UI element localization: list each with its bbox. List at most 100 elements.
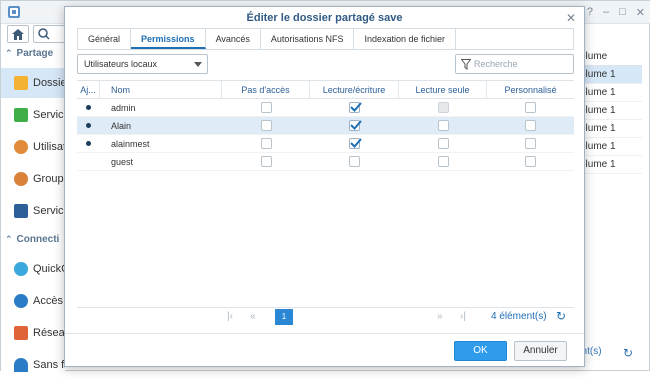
column-header-read-only[interactable]: Lecture seule xyxy=(399,81,487,98)
chevron-up-icon: ⌃ xyxy=(5,48,13,58)
background-table-row[interactable]: olume 1 xyxy=(576,138,642,156)
previous-page-icon[interactable]: « xyxy=(250,311,256,322)
sidebar-item-quickconnect[interactable]: QuickC xyxy=(1,254,65,284)
sidebar-item-domain-service[interactable]: Service xyxy=(1,196,65,226)
dialog-tabs: Général Permissions Avancés Autorisation… xyxy=(77,28,574,50)
checkmark-icon xyxy=(350,138,362,148)
home-icon xyxy=(12,29,24,40)
sidebar-item-file-service[interactable]: Service xyxy=(1,100,65,130)
sidebar-section-connect[interactable]: ⌃ Connecti xyxy=(5,234,59,245)
next-page-icon[interactable]: » xyxy=(437,311,443,322)
home-button[interactable] xyxy=(7,25,29,43)
user-name: guest xyxy=(111,156,134,167)
added-indicator-cell xyxy=(77,135,100,152)
tab-general[interactable]: Général xyxy=(78,29,132,49)
read-write-checkbox[interactable] xyxy=(349,138,362,149)
search-input[interactable] xyxy=(474,57,569,71)
tab-nfs-permissions[interactable]: Autorisations NFS xyxy=(261,29,355,49)
sidebar-item-user[interactable]: Utilisat xyxy=(1,132,65,162)
user-name: alainmest xyxy=(111,138,150,149)
search-field[interactable] xyxy=(455,54,574,74)
background-table-row[interactable]: olume 1 xyxy=(576,102,642,120)
chevron-down-icon xyxy=(194,62,202,67)
help-icon[interactable]: ? xyxy=(587,6,593,19)
custom-checkbox[interactable] xyxy=(525,156,536,167)
sidebar: ⌃ Partage Dossie Service Utilisat Groupe… xyxy=(1,44,65,372)
permissions-table: Aj... Nom Pas d'accès Lecture/écriture L… xyxy=(77,80,574,313)
close-window-icon[interactable]: ✕ xyxy=(636,6,645,19)
added-dot-icon xyxy=(86,141,91,146)
user-type-dropdown[interactable]: Utilisateurs locaux xyxy=(77,54,208,74)
network-icon xyxy=(14,326,28,340)
no-access-checkbox[interactable] xyxy=(260,102,272,113)
background-table-row[interactable]: olume 1 xyxy=(576,120,642,138)
cancel-button[interactable]: Annuler xyxy=(514,341,567,361)
tab-advanced[interactable]: Avancés xyxy=(206,29,261,49)
column-header-no-access[interactable]: Pas d'accès xyxy=(222,81,310,98)
user-name: admin xyxy=(111,102,136,113)
sidebar-item-label: Sans fi xyxy=(33,359,65,371)
read-only-checkbox[interactable] xyxy=(437,138,449,149)
shared-folder-icon xyxy=(14,76,28,90)
current-page-button[interactable]: 1 xyxy=(275,309,293,325)
sidebar-item-label: Dossie xyxy=(33,77,65,89)
custom-checkbox[interactable] xyxy=(525,102,536,113)
added-dot-icon xyxy=(86,105,91,110)
table-row[interactable]: admin xyxy=(77,99,574,117)
background-refresh-icon[interactable]: ↻ xyxy=(623,346,633,360)
search-icon xyxy=(38,28,50,40)
read-write-checkbox[interactable] xyxy=(349,102,362,113)
last-page-icon[interactable]: ›| xyxy=(460,311,466,322)
maximize-icon[interactable]: □ xyxy=(619,6,626,19)
edit-shared-folder-dialog: Éditer le dossier partagé save ✕ Général… xyxy=(64,6,585,367)
no-access-checkbox[interactable] xyxy=(260,120,272,131)
sidebar-section-shared[interactable]: ⌃ Partage xyxy=(5,48,53,59)
dialog-title: Éditer le dossier partagé save xyxy=(246,12,403,24)
sidebar-item-wireless[interactable]: Sans fi xyxy=(1,350,65,380)
column-header-name[interactable]: Nom xyxy=(100,81,222,98)
sidebar-item-shared-folder[interactable]: Dossie xyxy=(1,68,65,98)
refresh-icon[interactable]: ↻ xyxy=(556,309,566,323)
table-body: admin Alain alainmest guest xyxy=(77,99,574,171)
column-header-added[interactable]: Aj... xyxy=(77,81,100,98)
no-access-checkbox[interactable] xyxy=(260,156,272,167)
tab-permissions[interactable]: Permissions xyxy=(131,29,206,49)
ok-button[interactable]: OK xyxy=(454,341,507,361)
column-header-read-write[interactable]: Lecture/écriture xyxy=(310,81,399,98)
sidebar-item-label: Accès e xyxy=(33,295,65,307)
item-count: 4 élément(s) xyxy=(491,311,547,322)
read-write-checkbox[interactable] xyxy=(349,120,362,131)
user-icon xyxy=(14,140,28,154)
dialog-close-icon[interactable]: ✕ xyxy=(566,11,576,25)
no-access-checkbox[interactable] xyxy=(260,138,272,149)
first-page-icon[interactable]: |‹ xyxy=(227,311,233,322)
background-table-row[interactable]: olume 1 xyxy=(576,84,642,102)
read-only-checkbox[interactable] xyxy=(437,156,449,167)
app-logo-icon xyxy=(8,6,20,18)
table-row[interactable]: Alain xyxy=(77,117,574,135)
sidebar-item-label: Réseau xyxy=(33,327,65,339)
sidebar-item-label: Utilisat xyxy=(33,141,65,153)
read-write-checkbox[interactable] xyxy=(349,156,360,167)
read-only-checkbox[interactable] xyxy=(437,120,449,131)
background-table-row[interactable]: olume 1 xyxy=(576,66,642,84)
table-row[interactable]: guest xyxy=(77,153,574,171)
minimize-icon[interactable]: – xyxy=(603,6,609,19)
table-row[interactable]: alainmest xyxy=(77,135,574,153)
read-only-checkbox xyxy=(437,102,449,113)
sidebar-item-label: Groupe xyxy=(33,173,65,185)
user-name: Alain xyxy=(111,120,132,131)
custom-checkbox[interactable] xyxy=(525,138,536,149)
added-dot-icon xyxy=(86,123,91,128)
quickconnect-icon xyxy=(14,262,28,276)
added-indicator-cell xyxy=(77,153,100,170)
checkmark-icon xyxy=(350,120,362,130)
sidebar-item-group[interactable]: Groupe xyxy=(1,164,65,194)
background-table-row[interactable]: olume 1 xyxy=(576,156,642,174)
filter-icon xyxy=(461,59,471,70)
sidebar-item-network[interactable]: Réseau xyxy=(1,318,65,348)
sidebar-item-external-access[interactable]: Accès e xyxy=(1,286,65,316)
custom-checkbox[interactable] xyxy=(525,120,536,131)
tab-file-indexing[interactable]: Indexation de fichier xyxy=(354,29,457,49)
column-header-custom[interactable]: Personnalisé xyxy=(487,81,574,98)
